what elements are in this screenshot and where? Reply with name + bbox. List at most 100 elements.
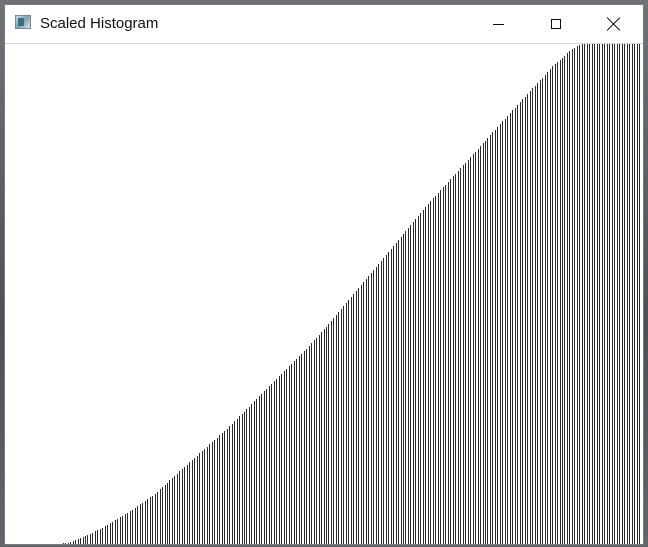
histogram-bar (309, 346, 310, 544)
histogram-bar (627, 44, 628, 544)
histogram-bar (604, 44, 605, 544)
histogram-bar (169, 480, 170, 544)
histogram-bar (391, 249, 392, 544)
histogram-bar (294, 361, 295, 544)
title-bar[interactable]: Scaled Histogram (5, 5, 643, 44)
histogram-bar (194, 458, 195, 544)
histogram-bar (572, 49, 573, 544)
histogram-bar (63, 543, 64, 544)
histogram-bar (107, 525, 108, 544)
minimize-icon (492, 23, 504, 25)
histogram-bar (254, 401, 255, 544)
histogram-bar (112, 522, 113, 544)
histogram-bar (184, 467, 185, 544)
histogram-bar (284, 371, 285, 544)
histogram-bar (383, 258, 384, 544)
histogram-bar (632, 44, 633, 544)
histogram-bar (187, 465, 188, 544)
histogram-bar (291, 364, 292, 544)
histogram-bar (202, 451, 203, 544)
histogram-bar (249, 407, 250, 544)
histogram-bar (475, 152, 476, 544)
histogram-bar (589, 44, 590, 544)
histogram-bar (343, 306, 344, 544)
histogram-bar (117, 519, 118, 544)
histogram-bar (219, 435, 220, 544)
histogram-bar (229, 426, 230, 544)
histogram-bar (607, 44, 608, 544)
histogram-bar (440, 190, 441, 544)
histogram-bar (336, 315, 337, 544)
histogram-bar (75, 540, 76, 544)
histogram-bar (378, 264, 379, 544)
histogram-bar (137, 506, 138, 544)
histogram-bar (222, 433, 223, 544)
histogram-bar (622, 44, 623, 544)
histogram-bar (502, 121, 503, 544)
histogram-bar (341, 309, 342, 544)
histogram-bar (160, 489, 161, 544)
histogram-bar (157, 492, 158, 544)
histogram-bar (587, 44, 588, 544)
histogram-bar (110, 523, 111, 544)
histogram-bar (555, 64, 556, 544)
histogram-bar (261, 394, 262, 544)
histogram-bar (574, 48, 575, 544)
histogram-bar (266, 389, 267, 544)
histogram-bar (629, 44, 630, 544)
histogram-bar (304, 351, 305, 544)
histogram-bar (95, 531, 96, 544)
histogram-bar (68, 543, 69, 544)
histogram-bar (405, 231, 406, 544)
histogram-bar (579, 45, 580, 544)
histogram-bar (545, 75, 546, 544)
minimize-button[interactable] (469, 5, 527, 43)
histogram-bar (520, 102, 521, 544)
histogram-bar (363, 282, 364, 544)
histogram-bar (358, 288, 359, 544)
histogram-bar (619, 44, 620, 544)
histogram-bar (122, 516, 123, 544)
histogram-bar (435, 196, 436, 544)
histogram-bar (244, 412, 245, 544)
histogram-bar (530, 91, 531, 544)
histogram-bar (425, 207, 426, 544)
histogram-bar (324, 329, 325, 544)
histogram-bar (550, 69, 551, 544)
histogram-bar (361, 285, 362, 544)
window-app-icon (15, 15, 31, 29)
maximize-icon (551, 19, 561, 29)
close-button[interactable] (585, 5, 643, 43)
histogram-bar (473, 154, 474, 544)
histogram-bar (105, 526, 106, 544)
histogram-bar (418, 216, 419, 544)
histogram-bar (299, 356, 300, 544)
histogram-bar (264, 391, 265, 544)
histogram-bar (209, 444, 210, 544)
histogram-bar (167, 483, 168, 544)
histogram-bar (594, 44, 595, 544)
histogram-bar (189, 462, 190, 544)
histogram-bar (388, 252, 389, 544)
histogram-bar (522, 99, 523, 544)
histogram-bar (333, 318, 334, 544)
histogram-bar (415, 219, 416, 544)
histogram-bar (162, 487, 163, 544)
histogram-bar (120, 517, 121, 544)
histogram-bar (132, 510, 133, 544)
maximize-button[interactable] (527, 5, 585, 43)
histogram-bar (460, 168, 461, 544)
histogram-bar (212, 442, 213, 544)
histogram-bar (492, 132, 493, 544)
histogram-bar (373, 270, 374, 544)
histogram-bar (145, 501, 146, 544)
histogram-bar (85, 536, 86, 544)
histogram-bar (142, 503, 143, 544)
histogram-bar (368, 276, 369, 544)
histogram-bar (152, 496, 153, 544)
histogram-bar (242, 414, 243, 544)
histogram-bar (614, 44, 615, 544)
histogram-bar (634, 44, 635, 544)
histogram-bar (505, 119, 506, 544)
histogram-bar (246, 409, 247, 544)
